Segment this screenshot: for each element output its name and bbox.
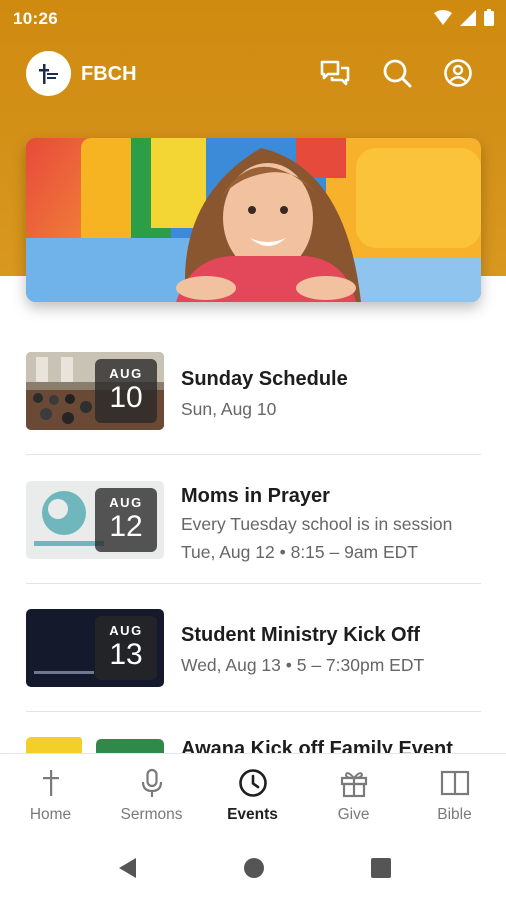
event-title: Student Ministry Kick Off: [181, 624, 420, 646]
status-bar: 10:26: [0, 0, 506, 36]
system-navigation-bar: [0, 833, 506, 900]
badge-day: 13: [109, 638, 143, 671]
hero-photo: [26, 138, 481, 302]
badge-month: AUG: [109, 623, 143, 638]
clock-icon: [236, 768, 269, 798]
tab-give[interactable]: Give: [303, 754, 404, 834]
home-button[interactable]: [239, 853, 269, 883]
tab-sermons[interactable]: Sermons: [101, 754, 202, 834]
bottom-tab-bar: Home Sermons Events Give Bible: [0, 753, 506, 833]
tab-events[interactable]: Events: [202, 754, 303, 834]
divider: [26, 454, 481, 455]
event-thumbnail: [26, 737, 164, 753]
tab-label: Bible: [437, 806, 472, 823]
date-badge: AUG 12: [95, 488, 157, 552]
date-badge: AUG 13: [95, 616, 157, 680]
event-thumbnail: AUG 13: [26, 609, 164, 687]
tab-label: Give: [337, 806, 370, 823]
back-triangle-icon: [119, 858, 136, 878]
event-thumbnail: AUG 10: [26, 352, 164, 430]
gift-icon: [337, 768, 370, 798]
status-icons: [434, 9, 494, 31]
messages-button[interactable]: [318, 56, 352, 90]
badge-month: AUG: [109, 495, 143, 510]
badge-day: 10: [109, 381, 143, 414]
event-date: Wed, Aug 13 • 5 – 7:30pm EDT: [181, 655, 425, 675]
recents-square-icon: [371, 858, 391, 878]
recents-button[interactable]: [366, 853, 396, 883]
divider: [26, 583, 481, 584]
event-description: Every Tuesday school is in session: [181, 514, 453, 534]
app-header: FBCH: [0, 48, 506, 102]
logo-icon: [38, 63, 58, 84]
date-badge: AUG 10: [95, 359, 157, 423]
app-title: FBCH: [81, 63, 137, 85]
cross-icon: [34, 768, 67, 798]
event-title: Awana Kick off Family Event: [181, 738, 453, 753]
badge-day: 12: [109, 510, 143, 543]
tab-label: Sermons: [120, 806, 183, 823]
profile-button[interactable]: [441, 56, 475, 90]
chat-bubbles-icon: [320, 60, 350, 86]
events-list: AUG 10 Sunday Schedule Sun, Aug 10 AUG 1…: [0, 330, 506, 753]
event-item[interactable]: AUG 12 Moms in Prayer Every Tuesday scho…: [0, 458, 506, 586]
event-thumbnail: AUG 12: [26, 481, 164, 559]
event-title: Sunday Schedule: [181, 368, 348, 390]
microphone-icon: [135, 768, 168, 798]
event-item[interactable]: Awana Kick off Family Event: [0, 714, 506, 753]
event-date: Sun, Aug 10: [181, 399, 277, 419]
event-item[interactable]: AUG 10 Sunday Schedule Sun, Aug 10: [0, 330, 506, 458]
battery-icon: [484, 9, 494, 31]
event-item[interactable]: AUG 13 Student Ministry Kick Off Wed, Au…: [0, 586, 506, 714]
home-circle-icon: [244, 858, 264, 878]
badge-month: AUG: [109, 366, 143, 381]
tab-home[interactable]: Home: [0, 754, 101, 834]
church-logo[interactable]: [26, 51, 71, 96]
search-icon: [383, 59, 412, 88]
account-circle-icon: [444, 59, 472, 87]
divider: [26, 711, 481, 712]
awana-graphic: [26, 737, 164, 753]
signal-icon: [460, 9, 476, 31]
event-title: Moms in Prayer: [181, 485, 330, 507]
tab-label: Home: [29, 806, 72, 823]
search-button[interactable]: [380, 56, 414, 90]
book-icon: [438, 768, 471, 798]
event-date: Tue, Aug 12 • 8:15 – 9am EDT: [181, 542, 419, 562]
tab-bible[interactable]: Bible: [404, 754, 505, 834]
tab-label: Events: [227, 806, 278, 823]
hero-banner-image[interactable]: [26, 138, 481, 302]
back-button[interactable]: [112, 853, 142, 883]
status-time: 10:26: [13, 9, 58, 28]
wifi-icon: [434, 9, 452, 31]
